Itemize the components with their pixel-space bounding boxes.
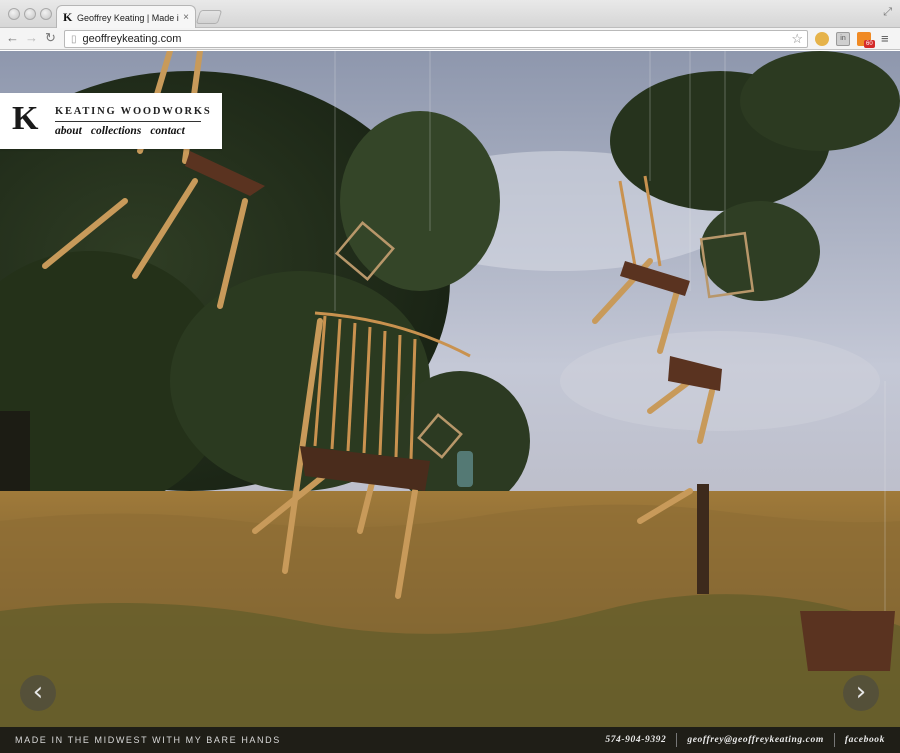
footer-tagline: MADE IN THE MIDWEST WITH MY BARE HANDS <box>15 735 281 745</box>
site-header: K KEATING WOODWORKS about collections co… <box>0 93 222 149</box>
fullscreen-icon[interactable]: ⤢ <box>883 6 892 19</box>
menu-icon[interactable]: ≡ <box>881 31 889 46</box>
browser-toolbar: ← → ↻ ▯ geoffreykeating.com ☆ in 60 ≡ <box>0 28 900 50</box>
favicon-icon: K <box>63 10 73 24</box>
nav-collections[interactable]: collections <box>91 125 141 137</box>
page-viewport: K KEATING WOODWORKS about collections co… <box>0 51 900 753</box>
footer-divider <box>676 733 678 747</box>
main-nav: about collections contact <box>55 125 185 137</box>
site-title[interactable]: KEATING WOODWORKS <box>55 106 212 117</box>
extension-icon[interactable] <box>815 32 829 46</box>
zoom-window-button[interactable] <box>40 8 52 20</box>
browser-titlebar: K Geoffrey Keating | Made in × ⤢ <box>0 0 900 29</box>
tab-close-icon[interactable]: × <box>183 12 189 23</box>
arrow-left-icon[interactable]: ← <box>6 30 19 46</box>
rss-badge: 60 <box>864 40 875 48</box>
new-tab-button[interactable] <box>195 10 223 24</box>
browser-tab[interactable]: K Geoffrey Keating | Made in × <box>56 5 196 29</box>
minimize-window-button[interactable] <box>24 8 36 20</box>
address-bar[interactable]: ▯ geoffreykeating.com ☆ <box>64 30 808 48</box>
reload-icon[interactable]: ↻ <box>45 30 56 46</box>
footer-divider <box>833 733 835 747</box>
star-icon[interactable]: ☆ <box>791 31 803 47</box>
page-icon: ▯ <box>71 33 77 45</box>
close-window-button[interactable] <box>8 8 20 20</box>
arrow-right-icon[interactable]: → <box>25 30 38 46</box>
carousel-prev-button[interactable]: ‹ <box>20 675 56 711</box>
footer-facebook-link[interactable]: facebook <box>845 735 885 745</box>
tab-title: Geoffrey Keating | Made in <box>77 12 180 23</box>
linkedin-extension-icon[interactable]: in <box>836 32 850 46</box>
header-divider <box>55 121 201 122</box>
footer-phone[interactable]: 574-904-9392 <box>605 735 666 745</box>
url-text[interactable]: geoffreykeating.com <box>83 33 792 45</box>
footer-bar: MADE IN THE MIDWEST WITH MY BARE HANDS 5… <box>0 727 900 753</box>
logo[interactable]: K <box>12 101 38 137</box>
nav-about[interactable]: about <box>55 125 82 137</box>
carousel-next-button[interactable]: › <box>843 675 879 711</box>
hero-photo <box>0 51 900 753</box>
footer-email-link[interactable]: geoffrey@geoffreykeating.com <box>687 735 823 745</box>
nav-contact[interactable]: contact <box>150 125 185 137</box>
